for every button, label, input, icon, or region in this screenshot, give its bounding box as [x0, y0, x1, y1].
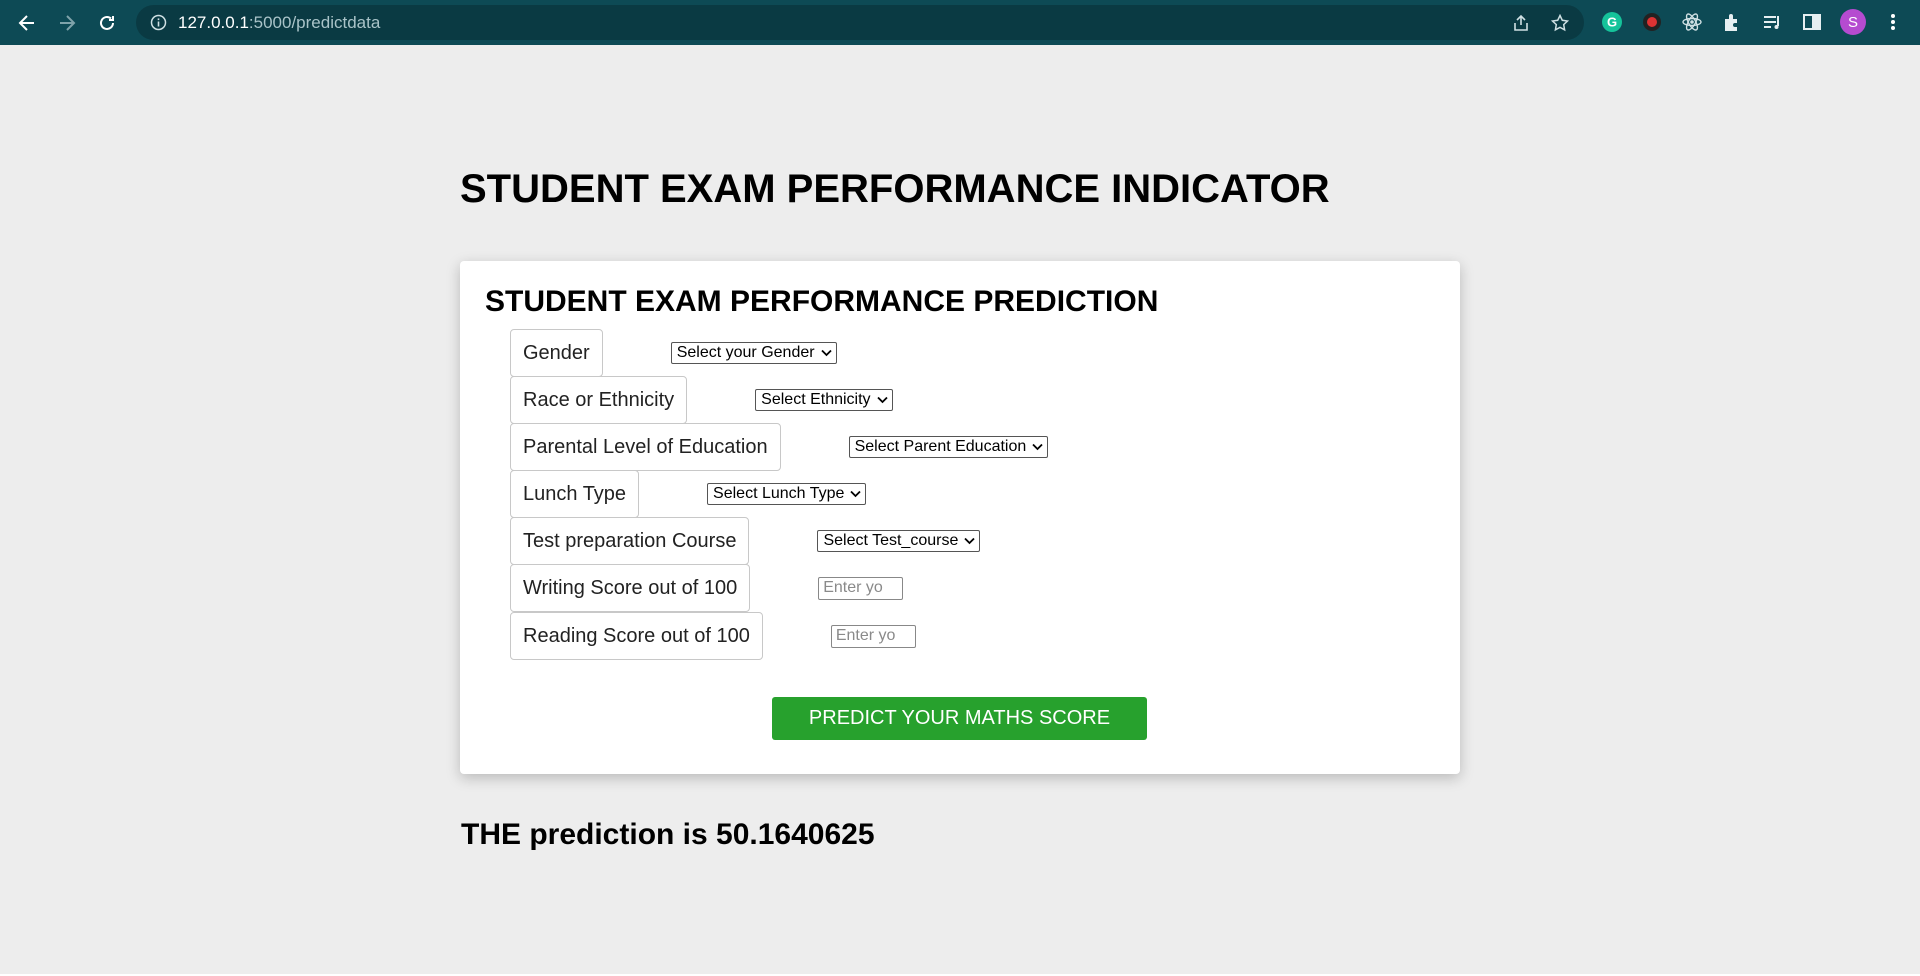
profile-avatar[interactable]: S — [1840, 9, 1866, 35]
writing-score-row: Writing Score out of 100 Enter yo — [510, 564, 904, 612]
back-icon[interactable] — [14, 10, 40, 36]
extensions-puzzle-icon[interactable] — [1721, 11, 1743, 33]
ethnicity-select[interactable]: Select Ethnicity — [755, 389, 893, 411]
predict-button[interactable]: PREDICT YOUR MATHS SCORE — [772, 697, 1147, 740]
parent-education-row: Parental Level of Education Select Paren… — [510, 423, 1049, 471]
gender-row: Gender Select your Gender — [510, 329, 837, 377]
lunch-type-select[interactable]: Select Lunch Type — [707, 483, 867, 505]
side-panel-icon[interactable] — [1801, 11, 1823, 33]
info-icon[interactable] — [150, 14, 167, 31]
gender-select[interactable]: Select your Gender — [670, 342, 837, 364]
page-title: STUDENT EXAM PERFORMANCE INDICATOR — [460, 167, 1330, 211]
url-text[interactable]: 127.0.0.1:5000/predictdata — [178, 13, 380, 33]
ethnicity-select-value: Select Ethnicity — [761, 391, 871, 408]
reading-score-input[interactable]: Enter yo — [830, 624, 916, 648]
reading-score-row: Reading Score out of 100 Enter yo — [510, 612, 916, 660]
lunch-type-label: Lunch Type — [510, 470, 640, 518]
share-icon[interactable] — [1512, 14, 1530, 32]
writing-score-label: Writing Score out of 100 — [510, 564, 751, 612]
browser-toolbar: 127.0.0.1:5000/predictdata G S — [0, 0, 1920, 45]
test-course-select-value: Select Test_course — [823, 532, 959, 549]
chevron-down-icon — [820, 349, 832, 357]
chevron-down-icon — [850, 490, 862, 498]
address-bar[interactable]: 127.0.0.1:5000/predictdata — [136, 5, 1584, 40]
writing-score-input[interactable]: Enter yo — [818, 576, 904, 600]
extension-record-icon[interactable] — [1641, 11, 1663, 33]
reading-score-label: Reading Score out of 100 — [510, 612, 763, 660]
form-title: STUDENT EXAM PERFORMANCE PREDICTION — [485, 285, 1159, 318]
lunch-type-select-value: Select Lunch Type — [713, 485, 845, 502]
reading-list-icon[interactable] — [1761, 11, 1783, 33]
chevron-down-icon — [876, 396, 888, 404]
parent-education-label: Parental Level of Education — [510, 423, 781, 471]
bookmark-star-icon[interactable] — [1550, 13, 1570, 32]
forward-icon[interactable] — [54, 10, 80, 36]
parent-education-select[interactable]: Select Parent Education — [848, 436, 1049, 458]
url-host: 127.0.0.1 — [178, 13, 249, 32]
test-course-row: Test preparation Course Select Test_cour… — [510, 517, 981, 565]
test-course-select[interactable]: Select Test_course — [817, 530, 981, 552]
gender-label: Gender — [510, 329, 603, 377]
test-course-label: Test preparation Course — [510, 517, 750, 565]
url-path: :5000/predictdata — [248, 13, 381, 32]
lunch-type-row: Lunch Type Select Lunch Type — [510, 470, 867, 518]
parent-education-select-value: Select Parent Education — [854, 438, 1027, 455]
chevron-down-icon — [964, 537, 975, 545]
prediction-result: THE prediction is 50.1640625 — [461, 818, 875, 851]
prediction-form-card: STUDENT EXAM PERFORMANCE PREDICTION Gend… — [460, 261, 1460, 774]
chevron-down-icon — [1032, 443, 1043, 451]
menu-dots-icon[interactable] — [1882, 11, 1904, 33]
ethnicity-label: Race or Ethnicity — [510, 376, 688, 424]
reload-icon[interactable] — [94, 10, 120, 36]
grammarly-icon[interactable]: G — [1601, 11, 1623, 33]
ethnicity-row: Race or Ethnicity Select Ethnicity — [510, 376, 893, 424]
gender-select-value: Select your Gender — [676, 344, 815, 361]
svg-text:G: G — [1607, 15, 1617, 30]
react-devtools-icon[interactable] — [1681, 11, 1703, 33]
